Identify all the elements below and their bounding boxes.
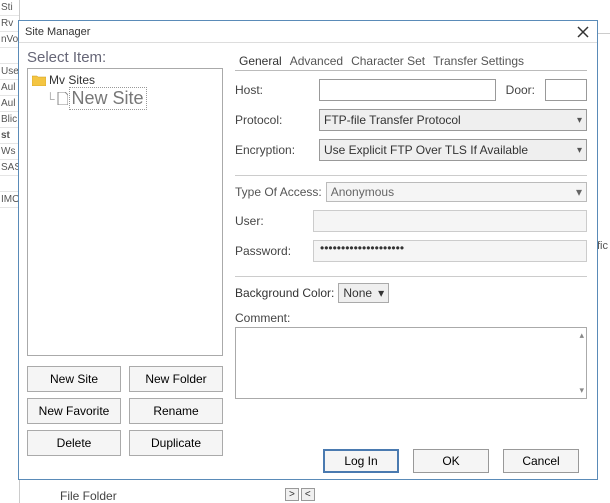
encryption-value: Use Explicit FTP Over TLS If Available <box>324 143 528 157</box>
divider <box>235 175 587 176</box>
protocol-select[interactable]: FTP-file Transfer Protocol ▾ <box>319 109 587 131</box>
tab-transfer[interactable]: Transfer Settings <box>429 52 528 70</box>
comment-textarea[interactable]: ▴ ▾ <box>235 327 587 399</box>
access-type-label: Type Of Access: <box>235 185 322 199</box>
tab-charset[interactable]: Character Set <box>347 52 429 70</box>
tree-connector: └ <box>46 92 55 106</box>
bgcolor-label: Background Color: <box>235 286 334 300</box>
delete-button[interactable]: Delete <box>27 430 121 456</box>
chevron-down-icon: ▾ <box>577 115 582 126</box>
divider <box>235 276 587 277</box>
site-tree[interactable]: Mv Sites └ New Site <box>27 68 223 356</box>
left-panel: Select Item: Mv Sites └ New Site New Sit… <box>19 43 231 441</box>
scroll-up-icon[interactable]: ▴ <box>579 330 584 341</box>
comment-label: Comment: <box>235 311 587 325</box>
protocol-label: Protocol: <box>235 113 313 127</box>
folder-icon <box>32 75 46 86</box>
tree-root[interactable]: Mv Sites <box>32 73 218 87</box>
protocol-value: FTP-file Transfer Protocol <box>324 113 461 127</box>
tab-bar: General Advanced Character Set Transfer … <box>235 49 587 71</box>
encryption-select[interactable]: Use Explicit FTP Over TLS If Available ▾ <box>319 139 587 161</box>
right-panel: General Advanced Character Set Transfer … <box>231 43 597 441</box>
scroll-down-icon[interactable]: ▾ <box>579 385 584 396</box>
chevron-down-icon: ▾ <box>576 185 582 199</box>
user-label: User: <box>235 214 313 228</box>
site-manager-dialog: Site Manager Select Item: Mv Sites └ New… <box>18 20 598 480</box>
chevron-down-icon: ▾ <box>577 145 582 156</box>
encryption-label: Encryption: <box>235 143 313 157</box>
titlebar: Site Manager <box>19 21 597 43</box>
background-bottom-arrows: >< <box>285 488 315 501</box>
tree-child-label[interactable]: New Site <box>69 87 147 110</box>
new-folder-button[interactable]: New Folder <box>129 366 223 392</box>
door-label: Door: <box>506 83 535 97</box>
duplicate-button[interactable]: Duplicate <box>129 430 223 456</box>
tab-general[interactable]: General <box>235 52 286 70</box>
close-icon[interactable] <box>575 24 591 40</box>
rename-button[interactable]: Rename <box>129 398 223 424</box>
login-button[interactable]: Log In <box>323 449 399 473</box>
background-bottom-label: File Folder <box>60 489 117 503</box>
door-input[interactable] <box>545 79 587 101</box>
host-input[interactable] <box>319 79 496 101</box>
host-label: Host: <box>235 83 313 97</box>
background-left-strip: StiRvnVo UseAulAulBlic stWsSAS IMO <box>0 0 20 503</box>
dialog-title: Site Manager <box>25 26 90 38</box>
password-label: Password: <box>235 244 313 258</box>
tree-root-label: Mv Sites <box>49 73 95 87</box>
ok-button[interactable]: OK <box>413 449 489 473</box>
user-input[interactable] <box>313 210 587 232</box>
tab-advanced[interactable]: Advanced <box>286 52 347 70</box>
cancel-button[interactable]: Cancel <box>503 449 579 473</box>
access-type-select[interactable]: Anonymous ▾ <box>326 182 587 202</box>
document-icon <box>57 92 68 105</box>
chevron-down-icon: ▾ <box>378 286 384 300</box>
tree-child[interactable]: └ New Site <box>46 87 218 110</box>
password-input[interactable]: •••••••••••••••••••• <box>313 240 587 262</box>
new-site-button[interactable]: New Site <box>27 366 121 392</box>
access-type-value: Anonymous <box>331 185 394 199</box>
select-item-label: Select Item: <box>27 49 223 66</box>
bgcolor-select[interactable]: None ▾ <box>338 283 389 303</box>
bgcolor-value: None <box>343 286 372 300</box>
new-favorite-button[interactable]: New Favorite <box>27 398 121 424</box>
